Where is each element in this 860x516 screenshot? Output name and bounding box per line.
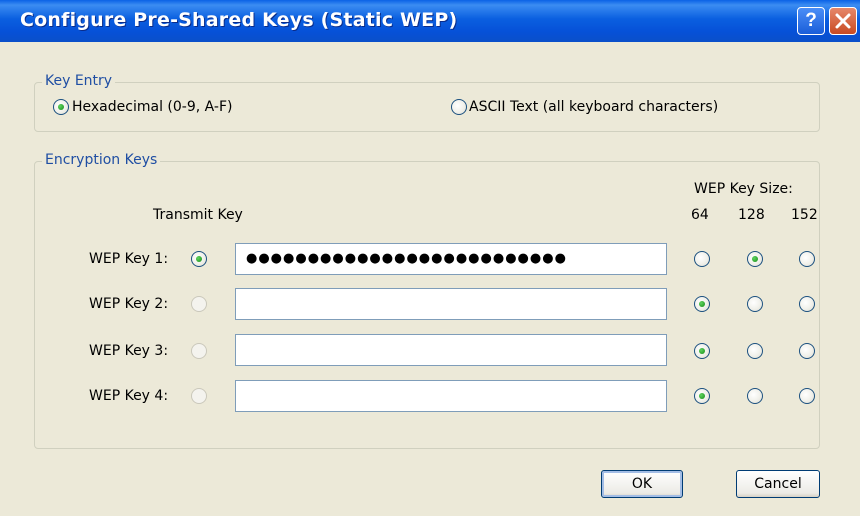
close-button[interactable]	[829, 7, 857, 35]
wep-key-1-size-64-radio[interactable]	[694, 251, 710, 267]
wep-key-1-size-152-radio[interactable]	[799, 251, 815, 267]
ascii-label[interactable]: ASCII Text (all keyboard characters)	[469, 98, 718, 116]
wep-key-2-size-64-radio[interactable]	[694, 296, 710, 312]
key-entry-legend: Key Entry	[42, 73, 116, 89]
wep-key-3-size-152-radio[interactable]	[799, 343, 815, 359]
wep-key-4-label: WEP Key 4:	[89, 388, 169, 404]
wep-key-3-size-128-radio[interactable]	[747, 343, 763, 359]
wep-key-3-size-64-radio[interactable]	[694, 343, 710, 359]
wep-key-1-size-128-radio[interactable]	[747, 251, 763, 267]
cancel-button[interactable]: Cancel	[736, 470, 820, 498]
transmit-key-3-radio	[191, 343, 207, 359]
wep-key-3-field[interactable]	[235, 334, 667, 366]
wep-key-1-field[interactable]: ●●●●●●●●●●●●●●●●●●●●●●●●●●	[235, 243, 667, 275]
transmit-key-2-radio	[191, 296, 207, 312]
wep-key-4-size-152-radio[interactable]	[799, 388, 815, 404]
wep-key-2-size-152-radio[interactable]	[799, 296, 815, 312]
wep-key-2-size-128-radio[interactable]	[747, 296, 763, 312]
ascii-radio[interactable]	[451, 99, 467, 115]
wep-config-dialog: Configure Pre-Shared Keys (Static WEP) ?…	[0, 0, 860, 516]
wep-key-size-header: WEP Key Size:	[694, 181, 793, 197]
wep-key-2-label: WEP Key 2:	[89, 296, 169, 312]
transmit-key-header: Transmit Key	[153, 207, 243, 223]
help-button[interactable]: ?	[797, 7, 825, 35]
transmit-key-4-radio	[191, 388, 207, 404]
transmit-key-1-radio[interactable]	[191, 251, 207, 267]
hexadecimal-radio[interactable]	[53, 99, 69, 115]
dialog-title: Configure Pre-Shared Keys (Static WEP)	[20, 9, 458, 31]
wep-key-3-label: WEP Key 3:	[89, 343, 169, 359]
encryption-keys-legend: Encryption Keys	[42, 152, 161, 168]
wep-key-2-field[interactable]	[235, 288, 667, 320]
size-label-128: 128	[738, 207, 765, 223]
wep-key-4-size-64-radio[interactable]	[694, 388, 710, 404]
hexadecimal-label[interactable]: Hexadecimal (0-9, A-F)	[72, 98, 232, 116]
size-label-64: 64	[691, 207, 709, 223]
wep-key-4-size-128-radio[interactable]	[747, 388, 763, 404]
wep-key-4-field[interactable]	[235, 380, 667, 412]
close-icon	[835, 13, 851, 29]
ok-button[interactable]: OK	[601, 470, 683, 498]
size-label-152: 152	[791, 207, 818, 223]
help-icon: ?	[805, 10, 817, 31]
title-bar[interactable]: Configure Pre-Shared Keys (Static WEP) ?	[0, 0, 860, 42]
wep-key-1-label: WEP Key 1:	[89, 251, 169, 267]
